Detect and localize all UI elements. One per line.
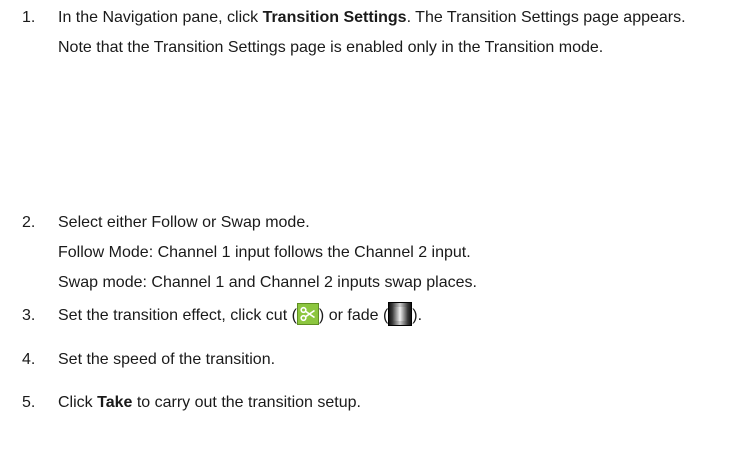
step-number: 4.: [22, 351, 36, 368]
step-number: 5.: [22, 394, 36, 411]
step-2: 2. Select either Follow or Swap mode. Fo…: [22, 208, 740, 298]
follow-mode-description: Follow Mode: Channel 1 input follows the…: [58, 244, 471, 261]
fade-icon: [388, 302, 413, 326]
step-instruction: Select either Follow or Swap mode.: [58, 214, 310, 231]
step-instruction: In the Navigation pane, click Transition…: [58, 9, 686, 26]
step-number: 2.: [22, 214, 36, 231]
step-note: Note that the Transition Settings page i…: [58, 39, 604, 56]
swap-mode-description: Swap mode: Channel 1 and Channel 2 input…: [58, 274, 477, 291]
transition-settings-label: Transition Settings: [262, 9, 407, 26]
step-5: 5. Click Take to carry out the transitio…: [22, 388, 740, 418]
step-body: Set the speed of the transition.: [58, 345, 740, 375]
step-body: Set the transition effect, click cut () …: [58, 301, 740, 331]
instruction-document: 1. In the Navigation pane, click Transit…: [0, 0, 748, 460]
step-instruction: Set the transition effect, click cut () …: [58, 301, 740, 331]
step-instruction: Set the speed of the transition.: [58, 351, 276, 368]
step-body: Click Take to carry out the transition s…: [58, 388, 740, 418]
step-1: 1. In the Navigation pane, click Transit…: [22, 3, 740, 63]
step-body: In the Navigation pane, click Transition…: [58, 3, 740, 63]
step-4: 4. Set the speed of the transition.: [22, 345, 740, 375]
step-3: 3. Set the transition effect, click cut …: [22, 301, 740, 331]
scissors-icon: [296, 303, 319, 325]
take-label: Take: [97, 394, 133, 411]
step-body: Select either Follow or Swap mode. Follo…: [58, 208, 740, 298]
step-number: 1.: [22, 9, 36, 26]
step-number: 3.: [22, 307, 36, 324]
step-instruction: Click Take to carry out the transition s…: [58, 394, 361, 411]
